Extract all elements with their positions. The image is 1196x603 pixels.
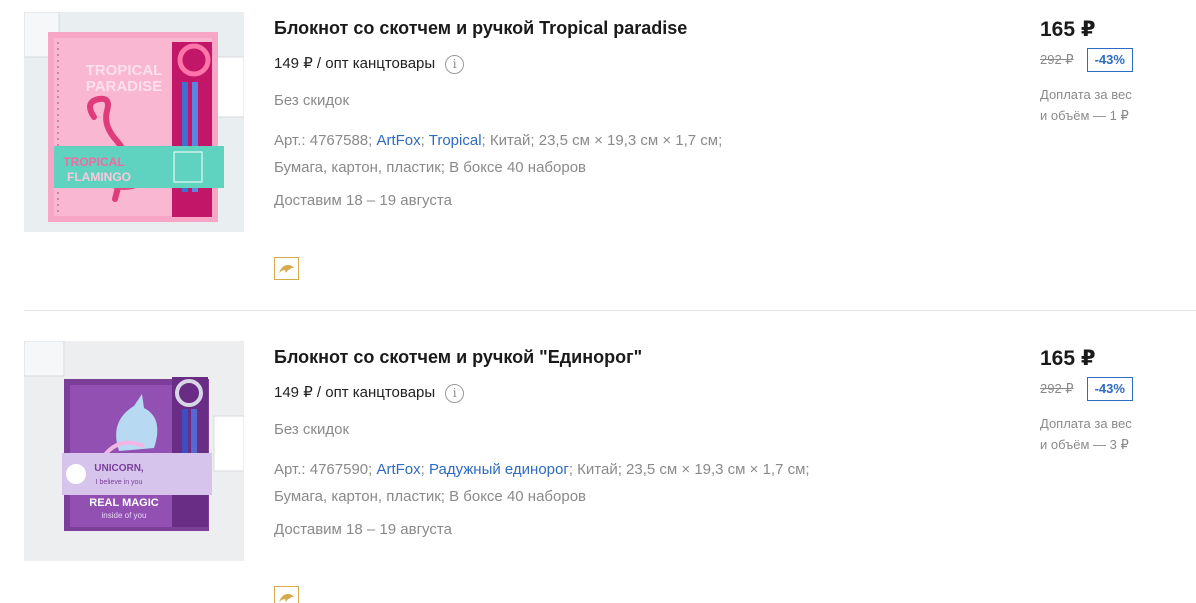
attributes-line2: Бумага, картон, пластик; В боксе 40 набо… (274, 159, 587, 176)
surcharge-line1: Доплата за вес (1040, 87, 1132, 102)
svg-text:REAL MAGIC: REAL MAGIC (89, 497, 159, 509)
product-info: Блокнот со скотчем и ручкой "Единорог" 1… (274, 346, 974, 540)
product-card: UNICORN, I believe in you REAL MAGIC ins… (0, 311, 1196, 603)
wholesale-price-row: 149 ₽ / опт канцтовары i (274, 383, 974, 403)
product-image[interactable]: TROPICAL PARADISE TROPICAL FLAMINGO (24, 12, 244, 232)
svg-text:TROPICAL: TROPICAL (86, 62, 163, 79)
old-price-row: 292 ₽ -43% (1040, 48, 1190, 72)
info-icon[interactable]: i (445, 383, 465, 403)
series-link[interactable]: Tropical (429, 132, 482, 149)
svg-text:UNICORN,: UNICORN, (94, 463, 144, 474)
surcharge-line1: Доплата за вес (1040, 416, 1132, 431)
series-link[interactable]: Радужный единорог (429, 461, 569, 478)
dolphin-icon[interactable] (274, 586, 299, 603)
old-price-row: 292 ₽ -43% (1040, 377, 1190, 401)
product-title[interactable]: Блокнот со скотчем и ручкой "Единорог" (274, 346, 974, 368)
price-block: 165 ₽ 292 ₽ -43% Доплата за вес и объём … (1040, 17, 1190, 126)
brand-link[interactable]: ArtFox (376, 461, 420, 478)
wholesale-price: 149 ₽ / опт канцтовары (274, 55, 436, 72)
old-price: 292 ₽ (1040, 52, 1074, 67)
svg-text:inside of you: inside of you (102, 511, 147, 520)
product-attributes: Арт.: 4767588; ArtFox; Tropical; Китай; … (274, 132, 723, 176)
product-image[interactable]: UNICORN, I believe in you REAL MAGIC ins… (24, 341, 244, 561)
product-attributes: Арт.: 4767590; ArtFox; Радужный единорог… (274, 461, 810, 505)
old-price: 292 ₽ (1040, 381, 1074, 396)
svg-text:TROPICAL: TROPICAL (63, 155, 124, 169)
current-price: 165 ₽ (1040, 18, 1096, 41)
wholesale-price-row: 149 ₽ / опт канцтовары i (274, 54, 974, 74)
delivery-date: Доставим 18 – 19 августа (274, 521, 452, 538)
svg-text:I believe in you: I believe in you (96, 479, 143, 486)
wholesale-price: 149 ₽ / опт канцтовары (274, 384, 436, 401)
svg-text:PARADISE: PARADISE (86, 78, 162, 95)
attributes-rest: ; Китай; 23,5 см × 19,3 см × 1,7 см; (568, 461, 810, 478)
attributes-line2: Бумага, картон, пластик; В боксе 40 набо… (274, 488, 587, 505)
surcharge-note: Доплата за вес и объём — 3 ₽ (1040, 413, 1150, 455)
info-icon[interactable]: i (445, 54, 465, 74)
discount-note: Без скидок (274, 421, 349, 438)
dolphin-icon[interactable] (274, 257, 299, 280)
discount-badge: -43% (1086, 48, 1133, 72)
price-block: 165 ₽ 292 ₽ -43% Доплата за вес и объём … (1040, 346, 1190, 455)
product-card: TROPICAL PARADISE TROPICAL FLAMINGO Блок… (0, 0, 1196, 310)
discount-badge: -43% (1086, 377, 1133, 401)
surcharge-note: Доплата за вес и объём — 1 ₽ (1040, 84, 1150, 126)
product-info: Блокнот со скотчем и ручкой Tropical par… (274, 17, 974, 211)
current-price: 165 ₽ (1040, 347, 1096, 370)
delivery-date: Доставим 18 – 19 августа (274, 192, 452, 209)
svg-text:FLAMINGO: FLAMINGO (67, 170, 131, 184)
discount-note: Без скидок (274, 92, 349, 109)
article-number: Арт.: 4767590; (274, 461, 373, 478)
article-number: Арт.: 4767588; (274, 132, 373, 149)
brand-link[interactable]: ArtFox (376, 132, 420, 149)
product-title[interactable]: Блокнот со скотчем и ручкой Tropical par… (274, 17, 974, 39)
attributes-rest: ; Китай; 23,5 см × 19,3 см × 1,7 см; (481, 132, 723, 149)
surcharge-line2: и объём — 3 ₽ (1040, 437, 1129, 452)
surcharge-line2: и объём — 1 ₽ (1040, 108, 1129, 123)
